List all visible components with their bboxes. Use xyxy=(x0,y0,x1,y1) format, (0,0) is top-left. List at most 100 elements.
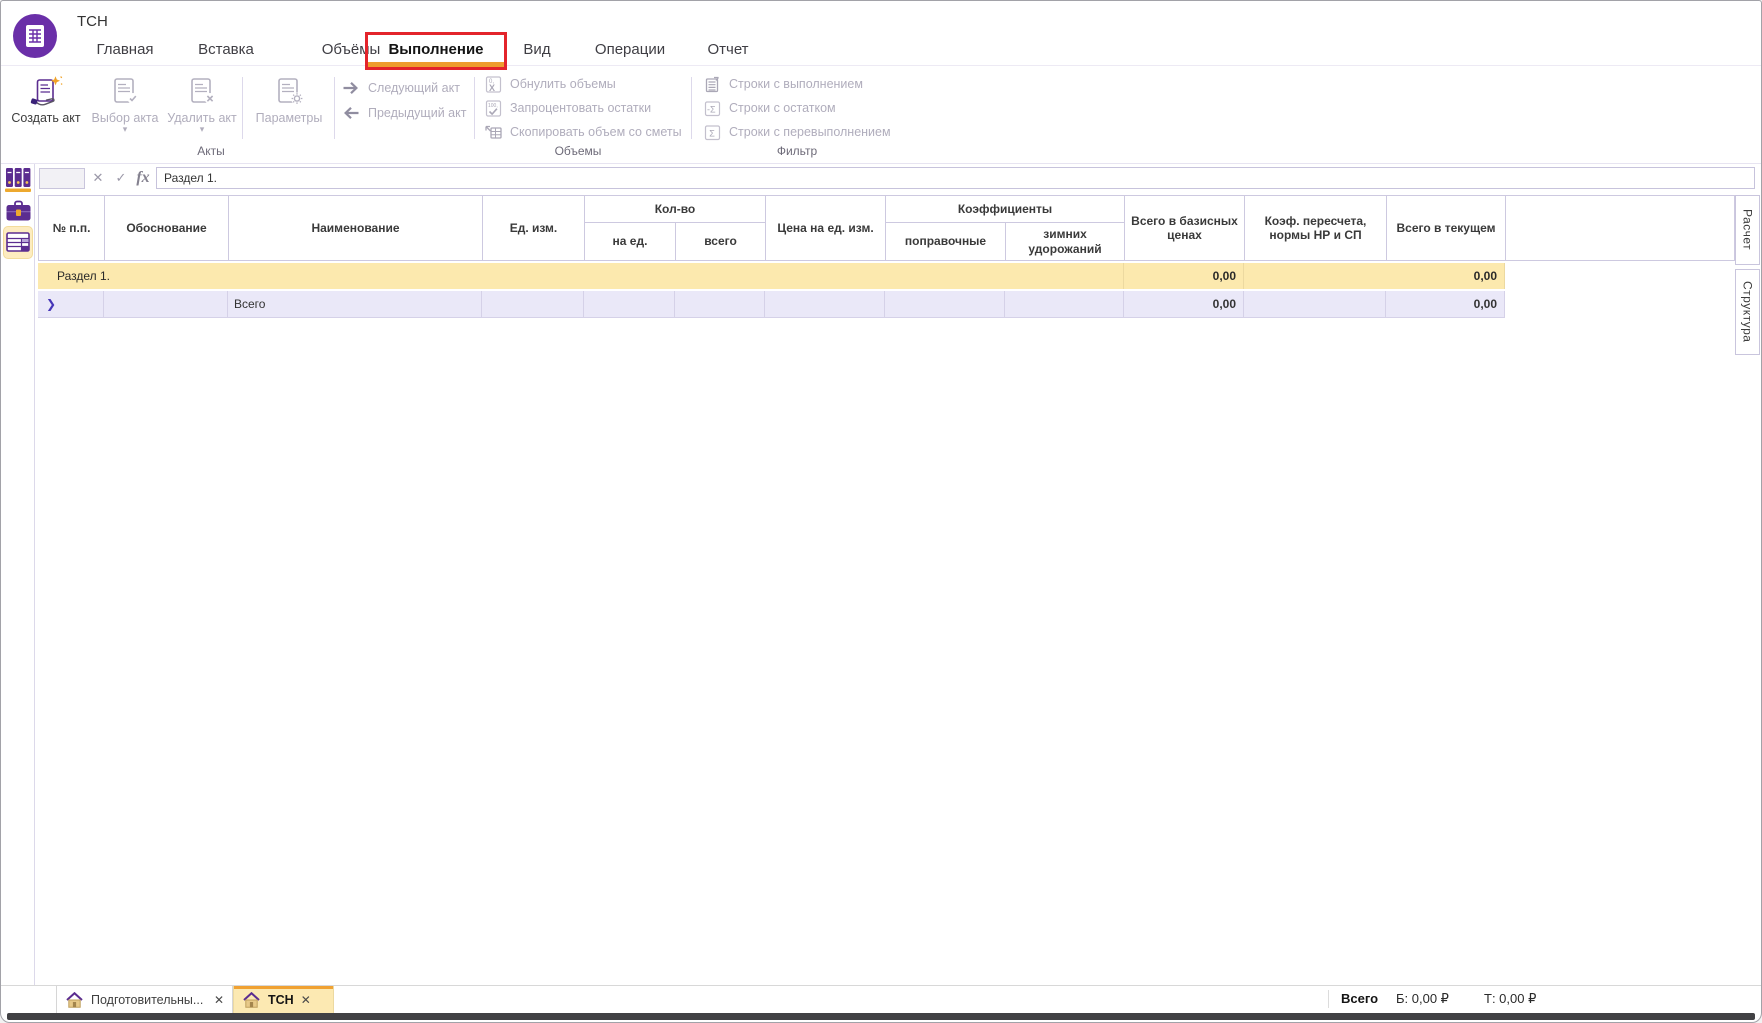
prev-act-button[interactable]: Предыдущий акт xyxy=(342,102,466,124)
total-unit-cell[interactable] xyxy=(482,291,584,317)
create-act-icon xyxy=(3,73,89,109)
sidebar-item-estimate-active[interactable] xyxy=(3,226,33,259)
percent-remainder-label: Запроцентовать остатки xyxy=(510,101,651,115)
status-total-label: Всего xyxy=(1341,985,1378,1012)
total-basis-total-cell[interactable]: 0,00 xyxy=(1124,291,1244,317)
tab-vid[interactable]: Вид xyxy=(523,39,550,61)
dropdown-caret-icon: ▾ xyxy=(159,125,245,133)
percent-remainder-button[interactable]: 100, Запроцентовать остатки xyxy=(485,97,651,119)
active-tab-indicator xyxy=(368,62,504,67)
col-header-recalc-coeff[interactable]: Коэф. пересчета, нормы НР и СП xyxy=(1245,196,1387,261)
total-qty-total-cell[interactable] xyxy=(675,291,765,317)
zero-volumes-button[interactable]: 0, X Обнулить объемы xyxy=(485,73,616,95)
ribbon-group-akty: Акты xyxy=(156,144,266,158)
rows-overfulfilled-button[interactable]: Σ Строки с перевыполнением xyxy=(704,121,891,143)
col-header-qty-group[interactable]: Кол-во xyxy=(585,196,766,223)
sidebar-item-projects[interactable] xyxy=(4,165,32,193)
table-row-total[interactable]: ❯ Всего 0,00 0,00 xyxy=(38,291,1505,318)
table-row-section[interactable]: Раздел 1. 0,00 0,00 xyxy=(38,263,1505,289)
close-icon[interactable]: ✕ xyxy=(214,993,224,1007)
select-act-button[interactable]: Выбор акта ▾ xyxy=(82,73,168,139)
col-header-qty-per-unit[interactable]: на ед. xyxy=(585,223,676,261)
col-header-coeff-group[interactable]: Коэффициенты xyxy=(886,196,1125,223)
formula-fx-icon[interactable]: fx xyxy=(134,167,152,188)
tab-vstavka[interactable]: Вставка xyxy=(198,39,254,61)
col-header-unit-price[interactable]: Цена на ед. изм. xyxy=(766,196,886,261)
rows-completed-icon xyxy=(704,76,721,93)
status-basis-total: Б: 0,00 ₽ xyxy=(1396,985,1449,1012)
formula-input[interactable]: Раздел 1. xyxy=(156,167,1755,189)
house-icon xyxy=(65,992,84,1008)
tab-glavnaya[interactable]: Главная xyxy=(96,39,153,61)
total-unit-price-cell[interactable] xyxy=(765,291,885,317)
window-bottom-edge xyxy=(7,1013,1755,1020)
rows-remainder-icon: -Σ xyxy=(704,100,721,117)
next-act-label: Следующий акт xyxy=(368,81,460,95)
svg-text:X: X xyxy=(489,83,495,93)
col-header-num[interactable]: № п.п. xyxy=(39,196,105,261)
table-header: № п.п. Обоснование Наименование Ед. изм.… xyxy=(38,195,1735,261)
spreadsheet-glyph xyxy=(22,23,48,49)
total-justification-cell[interactable] xyxy=(104,291,228,317)
zero-volumes-icon: 0, X xyxy=(485,76,502,93)
total-coeff-winter-cell[interactable] xyxy=(1005,291,1124,317)
cell-reference-input[interactable] xyxy=(39,168,85,189)
close-icon[interactable]: ✕ xyxy=(301,993,311,1007)
prev-act-label: Предыдущий акт xyxy=(368,106,466,120)
document-tab-label: Подготовительны... xyxy=(91,993,207,1007)
formula-cancel-icon[interactable]: ✕ xyxy=(89,167,107,188)
select-act-icon xyxy=(82,73,168,109)
rows-remainder-button[interactable]: -Σ Строки с остатком xyxy=(704,97,836,119)
total-recalc-coeff-cell[interactable] xyxy=(1244,291,1386,317)
copy-volume-label: Скопировать объем со сметы xyxy=(510,125,682,139)
percent-remainder-icon: 100, xyxy=(485,100,502,117)
zero-volumes-label: Обнулить объемы xyxy=(510,77,616,91)
tab-operacii[interactable]: Операции xyxy=(595,39,665,61)
parameters-label: Параметры xyxy=(247,112,331,125)
create-act-button[interactable]: Создать акт xyxy=(3,73,89,139)
delete-act-button[interactable]: Удалить акт ▾ xyxy=(159,73,245,139)
side-tab-structure[interactable]: Структура xyxy=(1735,269,1760,355)
next-act-button[interactable]: Следующий акт xyxy=(342,77,460,99)
col-header-basis-total[interactable]: Всего в базисных ценах xyxy=(1125,196,1245,261)
parameters-icon xyxy=(247,73,331,109)
total-qty-per-unit-cell[interactable] xyxy=(584,291,675,317)
formula-confirm-icon[interactable]: ✓ xyxy=(112,167,130,188)
svg-text:100,: 100, xyxy=(488,103,498,109)
app-logo-icon[interactable] xyxy=(13,14,57,58)
col-header-current-total[interactable]: Всего в текущем xyxy=(1387,196,1506,261)
rows-completed-button[interactable]: Строки с выполнением xyxy=(704,73,863,95)
arrow-left-icon xyxy=(342,106,360,120)
col-header-coeff-corrective[interactable]: поправочные xyxy=(886,223,1006,261)
ribbon-separator xyxy=(334,77,335,139)
delete-act-icon xyxy=(159,73,245,109)
parameters-button[interactable]: Параметры xyxy=(247,73,331,139)
document-tab-podgotovitelny[interactable]: Подготовительны... ✕ xyxy=(56,986,233,1013)
col-header-unit[interactable]: Ед. изм. xyxy=(483,196,585,261)
section-label-cell[interactable]: Раздел 1. xyxy=(38,263,1124,289)
expand-row-icon[interactable]: ❯ xyxy=(38,291,104,317)
create-act-label: Создать акт xyxy=(3,112,89,125)
sidebar-item-workspace[interactable] xyxy=(4,197,32,225)
col-header-justification[interactable]: Обоснование xyxy=(105,196,229,261)
copy-volume-button[interactable]: Скопировать объем со сметы xyxy=(485,121,682,143)
document-tab-tsn-active[interactable]: ТСН ✕ xyxy=(233,986,334,1013)
arrow-right-icon xyxy=(342,81,360,95)
total-current-total-cell[interactable]: 0,00 xyxy=(1386,291,1505,317)
section-basis-total-cell[interactable]: 0,00 xyxy=(1124,263,1244,289)
tab-otchet[interactable]: Отчет xyxy=(707,39,748,61)
tab-vypolnenie[interactable]: Выполнение xyxy=(388,39,483,61)
side-tab-calc[interactable]: Расчет xyxy=(1735,195,1760,265)
col-header-qty-total[interactable]: всего xyxy=(676,223,766,261)
col-header-name[interactable]: Наименование xyxy=(229,196,483,261)
section-current-total-cell[interactable]: 0,00 xyxy=(1244,263,1505,289)
ribbon-separator xyxy=(474,77,475,139)
rows-completed-label: Строки с выполнением xyxy=(729,77,863,91)
total-name-cell[interactable]: Всего xyxy=(228,291,482,317)
app-window: ТСН Главная Вставка Объёмы Вид Операции … xyxy=(0,0,1762,1023)
sidebar-divider xyxy=(34,164,35,985)
ribbon-separator xyxy=(242,77,243,139)
dropdown-caret-icon: ▾ xyxy=(82,125,168,133)
total-coeff-corrective-cell[interactable] xyxy=(885,291,1005,317)
col-header-coeff-winter[interactable]: зимних удорожаний xyxy=(1006,223,1125,261)
